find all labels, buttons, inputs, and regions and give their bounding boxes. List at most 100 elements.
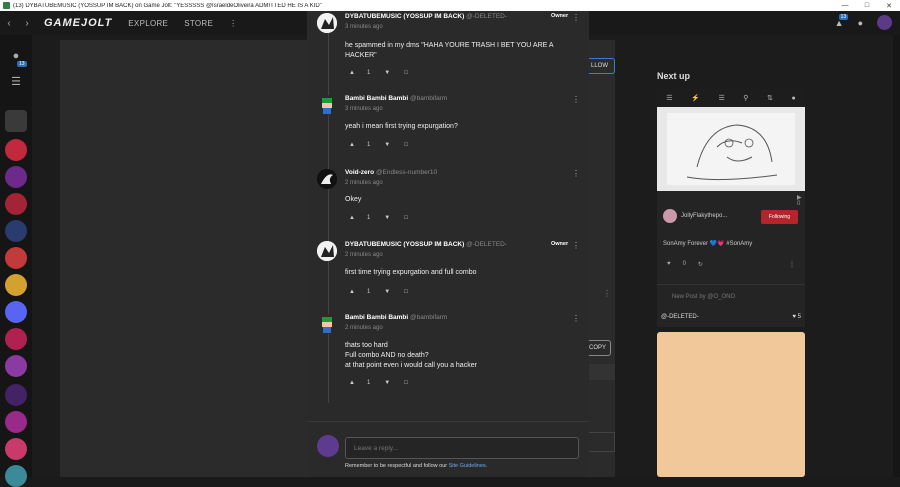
commenter-display-name[interactable]: Bambi Bambi Bambi <box>345 314 408 321</box>
dislike-icon[interactable]: ▼ <box>384 380 390 386</box>
top-right-tools: ▲ 13 ● <box>835 13 892 30</box>
like-icon[interactable]: ▲ <box>349 142 355 148</box>
commenter-name[interactable]: DYBATUBEMUSIC (YOSSUP IM BACK) @-DELETED… <box>345 13 507 20</box>
commenter-handle[interactable]: @bambifarm <box>410 314 447 321</box>
comment-item: Bambi Bambi Bambi @bambifarm 2 minutes a… <box>317 314 580 398</box>
minimize-button[interactable]: — <box>834 2 856 9</box>
more-menu-icon[interactable]: ⋮ <box>229 19 237 28</box>
commenter-name[interactable]: DYBATUBEMUSIC (YOSSUP IM BACK) @-DELETED… <box>345 241 507 248</box>
commenter-handle[interactable]: @-DELETED- <box>466 241 507 248</box>
post-more-icon[interactable]: ⋮ <box>603 289 611 298</box>
commenter-display-name[interactable]: Bambi Bambi Bambi <box>345 95 408 102</box>
commenter-avatar[interactable] <box>317 241 337 261</box>
sidebar-community-fnf[interactable] <box>5 139 27 161</box>
close-button[interactable]: ✕ <box>878 2 900 10</box>
bolt-icon[interactable]: ⚡ <box>691 94 700 102</box>
reply-input[interactable] <box>345 437 579 459</box>
sidebar-community-11[interactable] <box>5 438 27 460</box>
sidebar-community-7[interactable] <box>5 328 27 350</box>
next-up-nested-post[interactable]: New Post by @O_ONO @-DELETED- ♥ 5 <box>657 284 805 326</box>
comment-more-icon[interactable]: ⋮ <box>572 314 580 323</box>
background-input <box>588 432 615 452</box>
reply-icon[interactable]: □ <box>404 380 408 386</box>
sidebar-community-4[interactable] <box>5 220 27 242</box>
forward-arrow-icon[interactable]: › <box>18 18 36 29</box>
more-icon[interactable]: ⋮ <box>789 261 795 268</box>
next-up-card[interactable]: ☰ ⚡ ☰ ⚲ ⇅ ● ▶ 0 JollyFlakythepo... Follo… <box>657 89 805 327</box>
like-icon[interactable]: ▲ <box>349 380 355 386</box>
sidebar-community-8[interactable] <box>5 355 27 377</box>
repost-icon[interactable]: ↻ <box>698 261 703 268</box>
avatar-icon[interactable]: ● <box>791 95 795 102</box>
activity-icon[interactable]: ● <box>858 18 863 28</box>
sidebar-community-roblox[interactable] <box>5 110 27 132</box>
back-arrow-icon[interactable]: ‹ <box>0 18 18 29</box>
commenter-display-name[interactable]: DYBATUBEMUSIC (YOSSUP IM BACK) <box>345 241 464 248</box>
commenter-name[interactable]: Void-zero @Endless-number10 <box>345 169 437 176</box>
comment-more-icon[interactable]: ⋮ <box>572 95 580 104</box>
reply-icon[interactable]: □ <box>404 70 408 76</box>
sidebar-community-12[interactable] <box>5 465 27 487</box>
sidebar-community-10[interactable] <box>5 411 27 433</box>
swap-icon[interactable]: ⇅ <box>767 94 773 102</box>
sidebar-library-icon[interactable]: ☰ <box>5 71 27 93</box>
sidebar-badge: 13 <box>17 61 27 67</box>
comment-more-icon[interactable]: ⋮ <box>572 13 580 22</box>
reply-icon[interactable]: □ <box>404 289 408 295</box>
like-count: 1 <box>366 215 371 221</box>
reply-icon[interactable]: □ <box>404 142 408 148</box>
page-scrollbar[interactable] <box>893 35 900 477</box>
sidebar-community-6[interactable] <box>5 274 27 296</box>
dislike-icon[interactable]: ▼ <box>384 70 390 76</box>
author-avatar[interactable] <box>663 209 677 223</box>
reply-icon[interactable]: □ <box>404 215 408 221</box>
following-button[interactable]: Following <box>761 210 798 224</box>
commenter-handle[interactable]: @Endless-number10 <box>376 169 437 176</box>
dislike-icon[interactable]: ▼ <box>384 142 390 148</box>
gamejolt-logo[interactable]: GAMEJOLT <box>44 17 112 29</box>
current-user-avatar[interactable] <box>317 435 339 457</box>
sidebar-community-5[interactable] <box>5 247 27 269</box>
commenter-name[interactable]: Bambi Bambi Bambi @bambifarm <box>345 95 447 102</box>
store-link[interactable]: STORE <box>184 19 213 28</box>
dislike-icon[interactable]: ▼ <box>384 215 390 221</box>
comment-line: thats too hard <box>345 342 388 349</box>
commenter-display-name[interactable]: Void-zero <box>345 169 374 176</box>
like-icon[interactable]: ▲ <box>349 70 355 76</box>
commenter-avatar[interactable] <box>317 169 337 189</box>
sidebar-community-9[interactable] <box>5 384 27 406</box>
user-avatar[interactable] <box>877 15 892 30</box>
sidebar-community-discord[interactable] <box>5 301 27 323</box>
nested-post-author[interactable]: @-DELETED- <box>661 314 699 320</box>
comment-more-icon[interactable]: ⋮ <box>572 241 580 250</box>
dislike-icon[interactable]: ▼ <box>384 289 390 295</box>
menu-icon[interactable]: ☰ <box>666 94 672 102</box>
list-icon[interactable]: ☰ <box>718 94 724 102</box>
author-name[interactable]: JollyFlakythepo... <box>681 213 727 219</box>
site-guidelines-link[interactable]: Site Guidelines <box>449 463 486 469</box>
sidebar-community-2[interactable] <box>5 166 27 188</box>
commenter-avatar[interactable] <box>317 314 337 334</box>
commenter-avatar[interactable] <box>317 13 337 33</box>
next-up-author[interactable]: JollyFlakythepo... <box>663 209 727 223</box>
like-icon[interactable]: ♥ <box>667 261 671 268</box>
guidelines-suffix: . <box>485 463 488 469</box>
bell-icon[interactable]: ⚲ <box>743 94 748 102</box>
commenter-name[interactable]: Bambi Bambi Bambi @bambifarm <box>345 314 447 321</box>
next-up-image[interactable] <box>657 107 805 191</box>
next-up-card-2[interactable] <box>657 332 805 477</box>
commenter-handle[interactable]: @bambifarm <box>410 95 447 102</box>
bell-icon[interactable]: ▲ 13 <box>835 13 849 28</box>
commenter-avatar[interactable] <box>317 95 337 115</box>
maximize-button[interactable]: □ <box>856 2 878 9</box>
next-up-actions: ♥ 0 ↻ ⋮ <box>667 261 795 268</box>
comment-line: he spammed in my dms "HAHA YOURE TRASH I… <box>345 42 554 49</box>
commenter-display-name[interactable]: DYBATUBEMUSIC (YOSSUP IM BACK) <box>345 13 464 20</box>
sidebar-community-3[interactable] <box>5 193 27 215</box>
comment-more-icon[interactable]: ⋮ <box>572 169 580 178</box>
like-icon[interactable]: ▲ <box>349 215 355 221</box>
like-icon[interactable]: ▲ <box>349 289 355 295</box>
explore-link[interactable]: EXPLORE <box>128 19 168 28</box>
commenter-handle[interactable]: @-DELETED- <box>466 13 507 20</box>
nested-post-likes: ♥ 5 <box>792 314 801 320</box>
